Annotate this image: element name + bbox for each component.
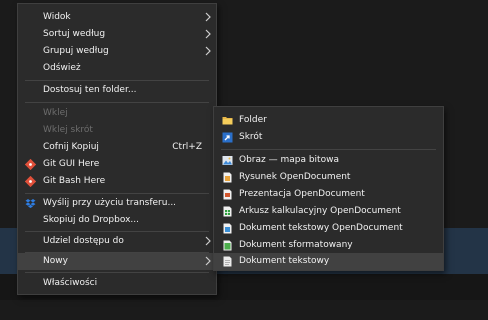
- chevron-right-icon: [205, 12, 211, 22]
- menu-separator: [25, 231, 209, 232]
- menu-separator: [25, 80, 209, 81]
- menu-item-label: Dostosuj ten folder...: [43, 85, 137, 95]
- menu-item-label: Dokument tekstowy: [239, 256, 330, 266]
- chevron-right-icon: [205, 46, 211, 56]
- spreadsheet-icon: [223, 206, 232, 217]
- menu-item-customize-folder[interactable]: Dostosuj ten folder...: [18, 82, 216, 99]
- bitmap-icon: [222, 156, 233, 165]
- menu-item-paste: Wklej: [18, 105, 216, 122]
- menu-item-label: Nowy: [43, 256, 68, 266]
- menu-item-label: Skopiuj do Dropbox...: [43, 215, 139, 225]
- menu-item-label: Udziel dostępu do: [43, 236, 124, 246]
- submenu-item-shortcut[interactable]: Skrót: [214, 129, 443, 146]
- submenu-item-od-spreadsheet[interactable]: Arkusz kalkulacyjny OpenDocument: [214, 203, 443, 220]
- submenu-item-od-presentation[interactable]: Prezentacja OpenDocument: [214, 186, 443, 203]
- submenu-item-rich-text[interactable]: Dokument sformatowany: [214, 237, 443, 254]
- submenu-item-text-document[interactable]: Dokument tekstowy: [214, 253, 443, 270]
- menu-separator: [25, 102, 209, 103]
- menu-item-label: Właściwości: [43, 278, 98, 288]
- submenu-item-folder[interactable]: Folder: [214, 112, 443, 129]
- menu-separator: [25, 193, 209, 194]
- menu-item-label: Grupuj według: [43, 46, 109, 56]
- menu-item-label: Prezentacja OpenDocument: [239, 189, 365, 199]
- menu-item-label: Wklej skrót: [43, 125, 93, 135]
- menu-item-label: Widok: [43, 12, 71, 22]
- menu-item-git-bash[interactable]: Git Bash Here: [18, 173, 216, 190]
- menu-item-label: Rysunek OpenDocument: [239, 172, 351, 182]
- menu-item-dropbox-copy[interactable]: Skopiuj do Dropbox...: [18, 212, 216, 229]
- menu-item-sort-by[interactable]: Sortuj według: [18, 26, 216, 43]
- menu-item-view[interactable]: Widok: [18, 9, 216, 26]
- submenu-item-od-drawing[interactable]: Rysunek OpenDocument: [214, 169, 443, 186]
- menu-item-label: Sortuj według: [43, 29, 106, 39]
- text-doc-icon: [223, 223, 232, 234]
- menu-item-label: Cofnij Kopiuj: [43, 142, 99, 152]
- drawing-icon: [223, 172, 232, 183]
- dropbox-icon: [25, 199, 36, 208]
- rich-text-icon: [223, 240, 232, 251]
- menu-item-label: Dokument tekstowy OpenDocument: [239, 223, 403, 233]
- folder-icon: [222, 117, 233, 125]
- menu-item-wetransfer[interactable]: Wyślij przy użyciu transferu...: [18, 195, 216, 212]
- chevron-right-icon: [205, 29, 211, 39]
- menu-item-new[interactable]: Nowy: [18, 253, 216, 270]
- menu-item-paste-shortcut: Wklej skrót: [18, 122, 216, 139]
- context-menu: Widok Sortuj według Grupuj według Odświe…: [17, 3, 217, 295]
- menu-item-label: Obraz — mapa bitowa: [239, 155, 339, 165]
- menu-separator: [25, 272, 209, 273]
- menu-item-refresh[interactable]: Odśwież: [18, 60, 216, 77]
- menu-separator: [221, 149, 436, 150]
- menu-item-label: Wyślij przy użyciu transferu...: [43, 198, 177, 208]
- plain-text-icon: [223, 256, 232, 267]
- menu-item-label: Wklej: [43, 108, 68, 118]
- menu-item-properties[interactable]: Właściwości: [18, 275, 216, 292]
- presentation-icon: [223, 189, 232, 200]
- menu-item-label: Odśwież: [43, 63, 81, 73]
- menu-item-share-access[interactable]: Udziel dostępu do: [18, 233, 216, 250]
- menu-item-label: Arkusz kalkulacyjny OpenDocument: [239, 206, 401, 216]
- shortcut-icon: [222, 132, 233, 143]
- chevron-right-icon: [205, 256, 211, 266]
- menu-item-label: Dokument sformatowany: [239, 240, 353, 250]
- menu-item-label: Git Bash Here: [43, 176, 106, 186]
- menu-item-label: Git GUI Here: [43, 159, 100, 169]
- keyboard-shortcut: Ctrl+Z: [172, 142, 202, 152]
- git-gui-icon: [25, 159, 36, 170]
- chevron-right-icon: [205, 236, 211, 246]
- git-bash-icon: [25, 176, 36, 187]
- submenu-item-bitmap[interactable]: Obraz — mapa bitowa: [214, 152, 443, 169]
- submenu-item-od-text[interactable]: Dokument tekstowy OpenDocument: [214, 220, 443, 237]
- menu-item-git-gui[interactable]: Git GUI Here: [18, 156, 216, 173]
- menu-item-group-by[interactable]: Grupuj według: [18, 43, 216, 60]
- menu-item-label: Skrót: [239, 132, 263, 142]
- menu-item-label: Folder: [239, 115, 267, 125]
- new-submenu: Folder Skrót Obraz — mapa bitowa Rysunek…: [213, 106, 444, 271]
- menu-item-undo-copy[interactable]: Cofnij Kopiuj Ctrl+Z: [18, 139, 216, 156]
